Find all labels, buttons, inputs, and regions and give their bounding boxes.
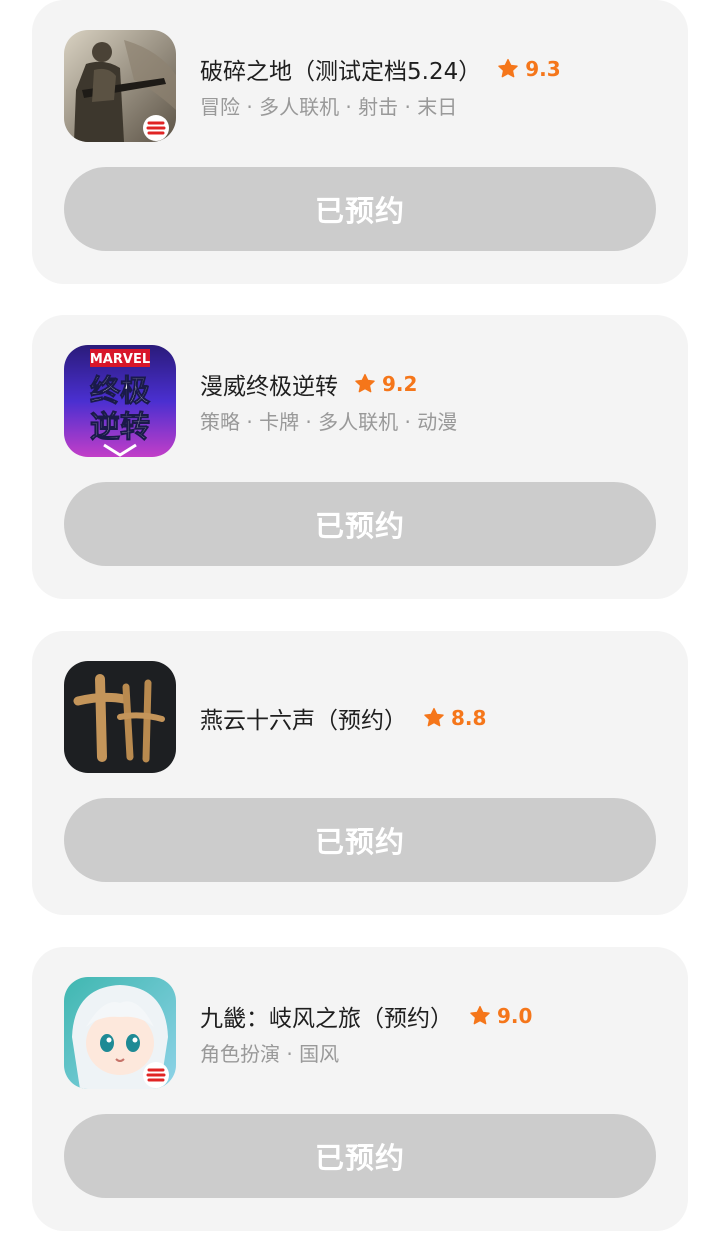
- game-tags: 策略 · 卡牌 · 多人联机 · 动漫: [200, 410, 458, 434]
- game-title[interactable]: 破碎之地（测试定档5.24）: [200, 52, 481, 86]
- rating-score: 8.8: [451, 706, 487, 730]
- calligraphy-game-icon[interactable]: [64, 661, 176, 773]
- rating: 9.0: [469, 1004, 532, 1028]
- reserved-button[interactable]: 已预约: [64, 167, 656, 251]
- reserved-button[interactable]: 已预约: [64, 798, 656, 882]
- reserved-button[interactable]: 已预约: [64, 1114, 656, 1198]
- icon-text-line-1: 终极: [90, 374, 150, 409]
- game-title[interactable]: 燕云十六声（预约）: [200, 701, 407, 735]
- star-icon: [498, 58, 518, 78]
- soldier-game-icon[interactable]: [64, 30, 176, 142]
- game-tags: 冒险 · 多人联机 · 射击 · 末日: [200, 95, 458, 119]
- rating: 9.3: [497, 57, 561, 81]
- rating: 8.8: [423, 706, 486, 730]
- icon-text-line-2: 逆转: [90, 410, 150, 445]
- rating-score: 9.0: [497, 1004, 533, 1028]
- star-icon: [470, 1005, 490, 1025]
- game-card[interactable]: 破碎之地（测试定档5.24） 9.3 冒险 · 多人联机 · 射击 · 末日 已…: [32, 0, 688, 284]
- anime-girl-game-icon[interactable]: [64, 977, 176, 1089]
- rating-score: 9.3: [525, 57, 561, 81]
- marvel-game-icon[interactable]: MARVEL 终极 逆转: [64, 345, 176, 457]
- game-title[interactable]: 九畿：岐风之旅（预约）: [200, 999, 453, 1033]
- star-icon: [355, 373, 375, 393]
- game-title[interactable]: 漫威终极逆转: [200, 367, 338, 401]
- rating-score: 9.2: [382, 372, 418, 396]
- game-tags: 角色扮演 · 国风: [200, 1042, 340, 1066]
- reserved-button[interactable]: 已预约: [64, 482, 656, 566]
- marvel-logo-text: MARVEL: [90, 352, 150, 367]
- game-card[interactable]: 九畿：岐风之旅（预约） 9.0 角色扮演 · 国风 已预约: [32, 947, 688, 1231]
- game-card[interactable]: MARVEL 终极 逆转 漫威终极逆转 9.2 策略 · 卡牌 · 多人联机 ·…: [32, 315, 688, 599]
- star-icon: [424, 707, 444, 727]
- game-card[interactable]: 燕云十六声（预约） 8.8 已预约: [32, 631, 688, 915]
- rating: 9.2: [354, 372, 417, 396]
